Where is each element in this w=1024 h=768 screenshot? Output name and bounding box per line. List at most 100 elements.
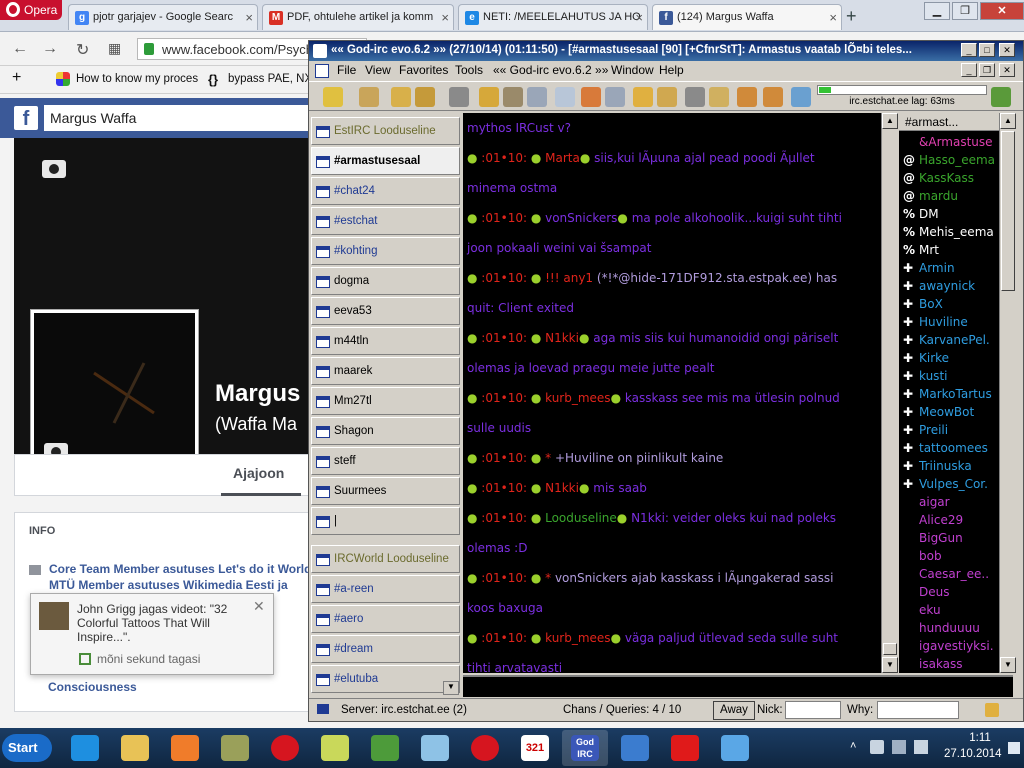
nick-item[interactable]: @ Hasso_eema (903, 153, 999, 167)
facebook-search-input[interactable]: Margus Waffa (44, 105, 314, 131)
camera-icon[interactable] (42, 160, 66, 178)
irc-close-button[interactable]: ✕ (999, 43, 1015, 57)
close-tab-icon[interactable]: × (635, 10, 643, 25)
switchbar-item[interactable]: eeva53 (311, 297, 460, 325)
taskbar-notepad-button[interactable] (412, 730, 458, 766)
taskbar-file-explorer-button[interactable] (112, 730, 158, 766)
speed-dial-icon[interactable]: ▦ (108, 40, 121, 57)
info-line[interactable]: MTÜ Member asutuses Wikimedia Eesti ja (49, 578, 319, 592)
away-button[interactable]: Away (713, 701, 755, 720)
forward-icon[interactable]: → (42, 40, 58, 58)
tab-timeline[interactable]: Ajajoon (233, 465, 284, 481)
browser-tab[interactable]: g pjotr garjajev - Google Searc × (68, 4, 258, 30)
taskbar-splat-app-button[interactable] (662, 730, 708, 766)
nick-item[interactable]: @ KassKass (903, 171, 999, 185)
bookmark-item[interactable]: bypass PAE, NX, (228, 73, 315, 85)
close-tab-icon[interactable]: × (441, 10, 449, 25)
taskbar-god-irc-button[interactable]: God IRC (562, 730, 608, 766)
nick-item[interactable]: @ mardu (903, 189, 999, 203)
network-icon[interactable] (991, 87, 1011, 107)
switchbar-item[interactable]: #aero (311, 605, 460, 633)
reload-icon[interactable]: ↻ (76, 40, 89, 60)
switchbar-item[interactable]: IRCWorld Looduseline (311, 545, 460, 573)
switchbar-item[interactable]: maarek (311, 357, 460, 385)
taskbar-calendar-button[interactable]: 321 (512, 730, 558, 766)
new-tab-button[interactable]: + (846, 6, 857, 27)
send-icon[interactable] (555, 87, 575, 107)
nick-item[interactable]: ✚ Huviline (903, 315, 999, 329)
nick-item[interactable]: isakass (903, 657, 999, 671)
timer-icon[interactable] (503, 87, 523, 107)
connect-icon[interactable] (323, 87, 343, 107)
scripts-icon[interactable] (709, 87, 729, 107)
taskbar-opera-2-button[interactable] (462, 730, 508, 766)
nick-item[interactable]: eku (903, 603, 999, 617)
back-icon[interactable]: ← (12, 40, 28, 58)
plugin-icon[interactable] (685, 87, 705, 107)
browser-tab[interactable]: e NETI: /MEELELAHUTUS JA HO × (458, 4, 648, 30)
info-consciousness[interactable]: Consciousness (48, 680, 137, 694)
menu-god-irc[interactable]: «« God-irc evo.6.2 »» (493, 63, 608, 77)
taskbar-paint-button[interactable] (712, 730, 758, 766)
switchbar-item[interactable]: Shagon (311, 417, 460, 445)
taskbar-network-app-button[interactable] (212, 730, 258, 766)
nick-item[interactable]: igavestiyksi. (903, 639, 999, 653)
switchbar-item[interactable]: #elutuba (311, 665, 460, 693)
message-input[interactable] (463, 675, 1013, 697)
browser-tab-active[interactable]: f (124) Margus Waffa × (652, 4, 842, 30)
switchbar-item[interactable]: #kohting (311, 237, 460, 265)
clock-date[interactable]: 27.10.2014 (944, 748, 1002, 760)
notify-icon[interactable] (479, 87, 499, 107)
menu-tools[interactable]: Tools (455, 63, 483, 77)
profile-picture[interactable] (31, 310, 198, 478)
add-bookmark-icon[interactable]: + (12, 69, 21, 87)
mdi-window-icon[interactable] (315, 64, 329, 78)
chat-window[interactable]: mythos IRCust v? ● :01•10: ● Marta● siis,… (463, 113, 881, 673)
start-button[interactable]: Start (2, 734, 52, 762)
show-desktop-icon[interactable] (1008, 742, 1020, 754)
nick-item[interactable]: ✚ MarkoTartus (903, 387, 999, 401)
taskbar-media-player-button[interactable] (162, 730, 208, 766)
nick-item[interactable]: % Mrt (903, 243, 999, 257)
why-field[interactable] (877, 701, 959, 719)
irc-maximize-button[interactable]: □ (979, 43, 995, 57)
nick-item[interactable]: ✚ Triinuska (903, 459, 999, 473)
scroll-thumb[interactable] (1001, 131, 1015, 291)
switchbar-item[interactable]: #estchat (311, 207, 460, 235)
nick-item[interactable]: ✚ tattoomees (903, 441, 999, 455)
switchbar-item[interactable]: EstIRC Looduseline (311, 117, 460, 145)
taskbar-internet-explorer-button[interactable] (62, 730, 108, 766)
nick-item[interactable]: ✚ KarvanePel. (903, 333, 999, 347)
close-tab-icon[interactable]: × (829, 10, 837, 25)
log-icon[interactable] (605, 87, 625, 107)
clock-time[interactable]: 1:11 (958, 732, 1002, 744)
menu-view[interactable]: View (365, 63, 391, 77)
nick-item[interactable]: % Mehis_eema (903, 225, 999, 239)
nick-item[interactable]: ✚ Preili (903, 423, 999, 437)
menu-file[interactable]: File (337, 63, 356, 77)
nicklist[interactable]: #armast... &Armastuse @ Hasso_eema @ KassKas… (899, 113, 999, 673)
taskbar-opera-button[interactable] (262, 730, 308, 766)
nick-item[interactable]: ✚ kusti (903, 369, 999, 383)
status-action-icon[interactable] (985, 703, 999, 717)
taskbar-sticky-notes-button[interactable] (312, 730, 358, 766)
nick-item[interactable]: ✚ MeowBot (903, 405, 999, 419)
chat-scrollbar[interactable]: ▲ ▼ (881, 113, 898, 673)
action-center-icon[interactable] (914, 740, 928, 754)
nick-item[interactable]: Alice29 (903, 513, 999, 527)
switchbar-item[interactable]: | (311, 507, 460, 535)
facebook-logo-icon[interactable]: f (14, 106, 38, 130)
switchbar-item[interactable]: Suurmees (311, 477, 460, 505)
minimize-button[interactable]: ▁ (924, 2, 950, 20)
nick-item[interactable]: hunduuuu (903, 621, 999, 635)
notification-popup[interactable]: John Grigg jagas videot: "32 Colorful Ta… (30, 593, 274, 675)
nick-item[interactable]: ✚ BoX (903, 297, 999, 311)
browser-tab[interactable]: M PDF, ohtulehe artikel ja komm × (262, 4, 454, 30)
opera-menu-button[interactable]: Opera (0, 0, 62, 20)
close-window-button[interactable]: ✕ (980, 2, 1024, 20)
receive-icon[interactable] (581, 87, 601, 107)
nick-item[interactable]: Deus (903, 585, 999, 599)
dcc-icon[interactable] (415, 87, 435, 107)
nick-item[interactable]: ✚ Armin (903, 261, 999, 275)
volume-icon[interactable] (870, 740, 884, 754)
